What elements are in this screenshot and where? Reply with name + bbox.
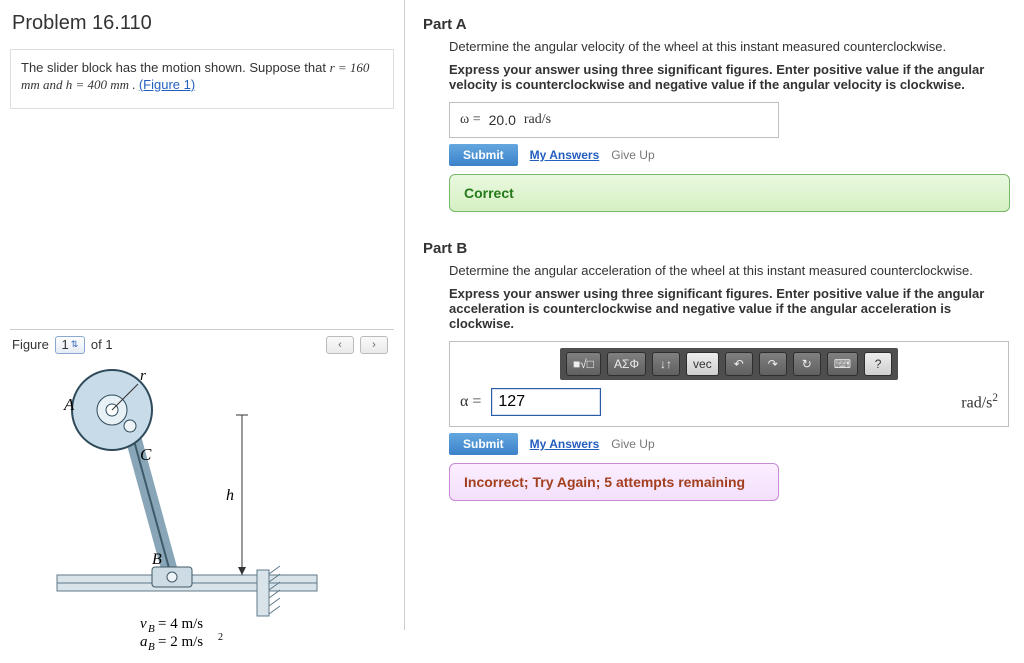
part-b-prompt: Determine the angular acceleration of th… xyxy=(449,263,1010,278)
reset-icon: ↻ xyxy=(802,357,812,371)
problem-title: Problem 16.110 xyxy=(12,12,394,35)
toolbar-sort-button[interactable]: ↓↑ xyxy=(652,352,680,376)
figure-current: 1 xyxy=(61,337,68,352)
part-a-title: Part A xyxy=(423,16,1010,33)
figure-of: of 1 xyxy=(91,337,113,352)
part-a-give-up[interactable]: Give Up xyxy=(611,148,654,162)
toolbar-templates-button[interactable]: ■√□ xyxy=(566,352,601,376)
toolbar-help-button[interactable]: ? xyxy=(864,352,892,376)
part-a-value: 20.0 xyxy=(489,112,516,128)
part-a-answer-box: ω = 20.0 rad/s xyxy=(449,102,779,138)
part-b-unit: rad/s2 xyxy=(961,392,998,412)
svg-text:2: 2 xyxy=(218,632,223,643)
svg-text:A: A xyxy=(63,395,75,414)
part-a-feedback: Correct xyxy=(449,174,1010,212)
part-b-title: Part B xyxy=(423,240,1010,257)
part-b-give-up[interactable]: Give Up xyxy=(611,437,654,451)
part-b-answer-input[interactable] xyxy=(491,388,601,416)
part-a-instruction: Express your answer using three signific… xyxy=(449,62,1010,92)
part-b-instruction: Express your answer using three signific… xyxy=(449,286,1010,331)
part-a-unit: rad/s xyxy=(524,112,551,128)
svg-text:B: B xyxy=(148,641,155,653)
part-b-var: α = xyxy=(460,393,481,411)
undo-icon: ↶ xyxy=(734,357,744,371)
help-icon: ? xyxy=(875,357,882,371)
toolbar-vec-button[interactable]: vec xyxy=(686,352,719,376)
toolbar-reset-button[interactable]: ↻ xyxy=(793,352,821,376)
figure-prev-button[interactable]: ‹ xyxy=(326,336,354,354)
part-a-my-answers-link[interactable]: My Answers xyxy=(530,148,600,162)
part-b-feedback: Incorrect; Try Again; 5 attempts remaini… xyxy=(449,463,779,501)
svg-text:= 2 m/s: = 2 m/s xyxy=(158,634,203,650)
part-b-equation-editor: ■√□ ΑΣΦ ↓↑ vec ↶ ↷ ↻ ⌨ ? α = rad/s2 xyxy=(449,341,1009,427)
toolbar-redo-button[interactable]: ↷ xyxy=(759,352,787,376)
toolbar-undo-button[interactable]: ↶ xyxy=(725,352,753,376)
figure-next-button[interactable]: › xyxy=(360,336,388,354)
part-a-var: ω = xyxy=(460,112,481,128)
part-b-submit-button[interactable]: Submit xyxy=(449,433,518,455)
toolbar-keyboard-button[interactable]: ⌨ xyxy=(827,352,858,376)
part-b-my-answers-link[interactable]: My Answers xyxy=(530,437,600,451)
keyboard-icon: ⌨ xyxy=(834,357,851,371)
equation-toolbar: ■√□ ΑΣΦ ↓↑ vec ↶ ↷ ↻ ⌨ ? xyxy=(560,348,898,380)
svg-text:r: r xyxy=(140,368,146,384)
redo-icon: ↷ xyxy=(768,357,778,371)
svg-text:B: B xyxy=(152,551,162,568)
svg-text:v: v xyxy=(140,616,147,632)
figure-image: h B r A C v B xyxy=(10,360,394,660)
chevron-updown-icon: ⇅ xyxy=(71,339,79,350)
chevron-left-icon: ‹ xyxy=(338,339,342,351)
figure-header: Figure 1 ⇅ of 1 ‹ › xyxy=(10,329,394,360)
chevron-right-icon: › xyxy=(372,339,376,351)
svg-text:h: h xyxy=(226,487,234,504)
part-a-prompt: Determine the angular velocity of the wh… xyxy=(449,39,1010,54)
figure-link[interactable]: (Figure 1) xyxy=(139,77,195,92)
svg-text:C: C xyxy=(140,445,152,464)
toolbar-greek-button[interactable]: ΑΣΦ xyxy=(607,352,646,376)
svg-text:a: a xyxy=(140,634,148,650)
figure-label: Figure xyxy=(12,337,49,352)
problem-statement: The slider block has the motion shown. S… xyxy=(10,49,394,109)
stmt-prefix: The slider block has the motion shown. S… xyxy=(21,60,330,75)
svg-text:B: B xyxy=(148,623,155,635)
figure-select[interactable]: 1 ⇅ xyxy=(55,336,85,354)
part-a-submit-button[interactable]: Submit xyxy=(449,144,518,166)
svg-text:= 4 m/s: = 4 m/s xyxy=(158,616,203,632)
